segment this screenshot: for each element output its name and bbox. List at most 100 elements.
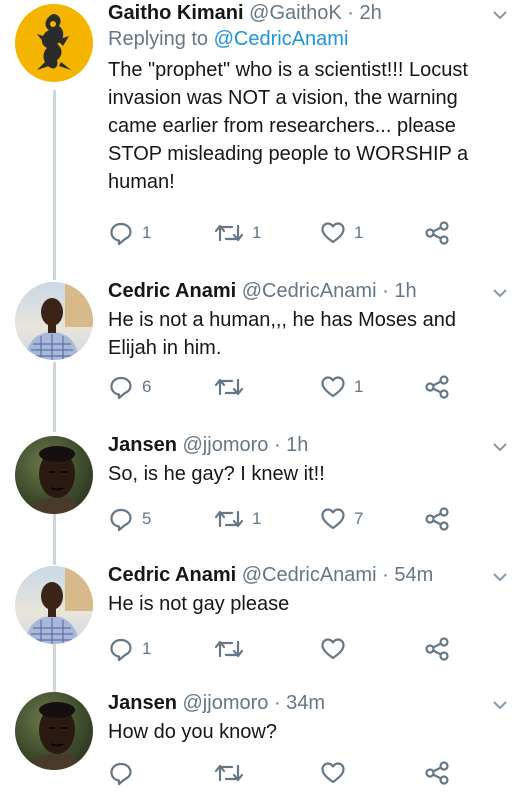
reply-button[interactable] [108, 758, 142, 788]
avatar[interactable] [15, 436, 93, 514]
tweet-thread: Gaitho Kimani @GaithoK · 2h Replying to … [0, 0, 523, 800]
share-icon [425, 221, 449, 245]
tweet[interactable]: Jansen @jjomoro · 34m How do you know? [0, 690, 523, 800]
retweet-button[interactable]: 1 [214, 504, 261, 534]
tweet-text-line: The "prophet" who is a scientist!!! Locu… [108, 59, 468, 81]
user-handle[interactable]: @GaithoK [249, 2, 342, 24]
reply-button[interactable]: 1 [108, 218, 151, 248]
avatar-illustration [37, 14, 71, 70]
user-handle[interactable]: @jjomoro [183, 434, 269, 456]
tweet-text: He is not gay please [108, 590, 513, 618]
tweet[interactable]: Gaitho Kimani @GaithoK · 2h Replying to … [0, 0, 523, 270]
avatar-photo [25, 282, 93, 360]
avatar[interactable] [15, 4, 93, 82]
tweet-header: Cedric Anami @CedricAnami · 1h [108, 278, 513, 304]
timestamp[interactable]: 2h [360, 2, 382, 24]
tweet-actions: 6 1 [108, 372, 468, 402]
share-button[interactable] [424, 504, 450, 534]
like-count: 1 [354, 223, 364, 242]
retweet-icon [214, 764, 244, 782]
avatar-photo [25, 566, 93, 644]
display-name[interactable]: Cedric Anami [108, 564, 236, 586]
like-button[interactable]: 7 [320, 504, 363, 534]
like-button[interactable] [320, 758, 354, 788]
share-icon [425, 375, 449, 399]
tweet-text-line: STOP misleading people to WORSHIP a [108, 143, 469, 165]
separator: · [376, 564, 395, 586]
retweet-icon [214, 378, 244, 396]
user-handle[interactable]: @CedricAnami [242, 280, 377, 302]
retweet-icon [214, 224, 244, 242]
chevron-down-icon[interactable] [491, 6, 509, 24]
separator: · [268, 692, 287, 714]
reply-icon [110, 762, 132, 786]
heart-icon [321, 638, 345, 660]
tweet[interactable]: Cedric Anami @CedricAnami · 1h He is not… [0, 278, 523, 418]
share-button[interactable] [424, 758, 450, 788]
like-count: 1 [354, 377, 364, 396]
tweet-text: How do you know? [108, 718, 513, 746]
timestamp[interactable]: 1h [286, 434, 308, 456]
chevron-down-icon[interactable] [491, 696, 509, 714]
replying-to: Replying to @CedricAnami [108, 26, 513, 52]
avatar[interactable] [15, 692, 93, 770]
share-button[interactable] [424, 634, 450, 664]
tweet-header: Cedric Anami @CedricAnami · 54m [108, 562, 513, 588]
tweet[interactable]: Jansen @jjomoro · 1h So, is he gay? I kn… [0, 432, 523, 548]
tweet-header: Jansen @jjomoro · 34m [108, 690, 513, 716]
user-handle[interactable]: @CedricAnami [242, 564, 377, 586]
retweet-icon [214, 640, 244, 658]
display-name[interactable]: Gaitho Kimani [108, 2, 244, 24]
display-name[interactable]: Jansen [108, 692, 177, 714]
chevron-down-icon[interactable] [491, 284, 509, 302]
tweet-actions: 5 1 7 [108, 504, 468, 534]
separator: · [341, 2, 360, 24]
tweet-text-line: invasion was NOT a vision, the warning [108, 87, 458, 109]
tweet-actions: 1 1 1 [108, 218, 468, 248]
display-name[interactable]: Jansen [108, 434, 177, 456]
reply-button[interactable]: 1 [108, 634, 151, 664]
tweet-text-line: human! [108, 171, 175, 193]
heart-icon [321, 222, 345, 244]
chevron-down-icon[interactable] [491, 438, 509, 456]
mention-link[interactable]: @CedricAnami [214, 28, 349, 50]
reply-count: 5 [142, 509, 152, 528]
tweet[interactable]: Cedric Anami @CedricAnami · 54m He is no… [0, 562, 523, 678]
retweet-button[interactable] [214, 634, 252, 664]
share-icon [425, 507, 449, 531]
share-icon [425, 761, 449, 785]
reply-count: 6 [142, 377, 152, 396]
reply-button[interactable]: 5 [108, 504, 151, 534]
retweet-button[interactable] [214, 372, 252, 402]
share-icon [425, 637, 449, 661]
tweet-header: Jansen @jjomoro · 1h [108, 432, 513, 458]
share-button[interactable] [424, 372, 450, 402]
retweet-icon [214, 510, 244, 528]
avatar[interactable] [15, 282, 93, 360]
like-button[interactable]: 1 [320, 218, 363, 248]
chevron-down-icon[interactable] [491, 568, 509, 586]
heart-icon [321, 508, 345, 530]
tweet-actions [108, 758, 468, 788]
heart-icon [321, 376, 345, 398]
tweet-text: The "prophet" who is a scientist!!! Locu… [108, 56, 513, 196]
reply-button[interactable]: 6 [108, 372, 151, 402]
tweet-actions: 1 [108, 634, 468, 664]
tweet-text-line: came earlier from researchers... please [108, 115, 456, 137]
reply-icon [110, 376, 132, 400]
like-button[interactable]: 1 [320, 372, 363, 402]
retweet-button[interactable]: 1 [214, 218, 261, 248]
reply-icon [110, 638, 132, 662]
avatar[interactable] [15, 566, 93, 644]
tweet-text: He is not a human,,, he has Moses and El… [108, 306, 513, 362]
share-button[interactable] [424, 218, 450, 248]
timestamp[interactable]: 34m [286, 692, 325, 714]
display-name[interactable]: Cedric Anami [108, 280, 236, 302]
timestamp[interactable]: 1h [394, 280, 416, 302]
like-button[interactable] [320, 634, 354, 664]
timestamp[interactable]: 54m [394, 564, 433, 586]
retweet-button[interactable] [214, 758, 252, 788]
user-handle[interactable]: @jjomoro [183, 692, 269, 714]
avatar-photo [25, 702, 85, 770]
replying-to-label: Replying to [108, 28, 209, 50]
